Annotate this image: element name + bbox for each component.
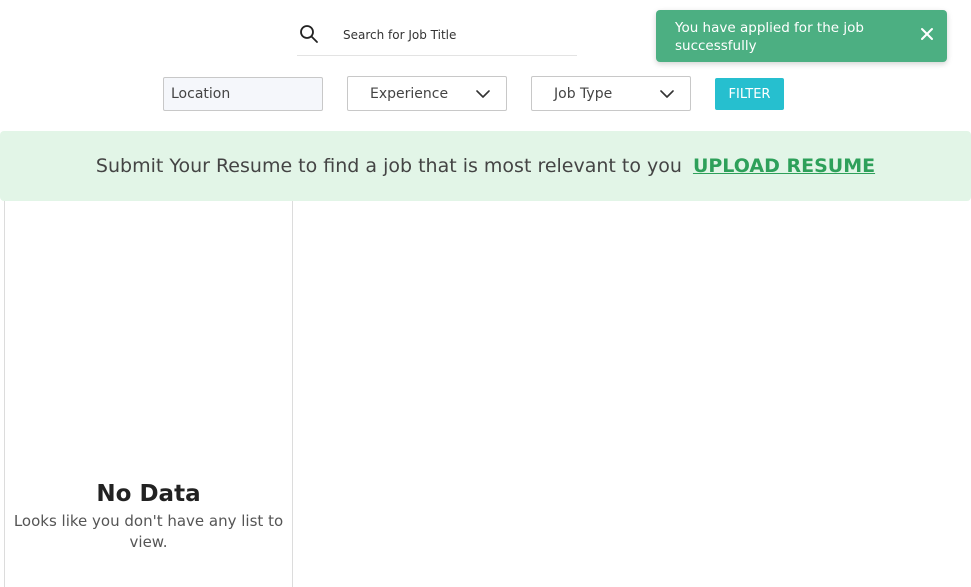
resume-banner: Submit Your Resume to find a job that is… — [0, 131, 971, 201]
banner-text: Submit Your Resume to find a job that is… — [95, 155, 682, 177]
upload-resume-link[interactable]: UPLOAD RESUME — [693, 155, 875, 177]
search-input[interactable] — [343, 24, 571, 46]
job-list-panel: No Data Looks like you don't have any li… — [4, 201, 293, 587]
job-search-page: You have applied for the job successfull… — [0, 0, 971, 587]
chevron-down-icon — [476, 90, 490, 98]
filter-button[interactable]: FILTER — [715, 78, 784, 110]
experience-dropdown[interactable]: Experience — [347, 76, 507, 111]
empty-state-title: No Data — [96, 481, 201, 507]
chevron-down-icon — [660, 90, 674, 98]
job-type-dropdown[interactable]: Job Type — [531, 76, 691, 111]
experience-dropdown-label: Experience — [370, 86, 449, 102]
empty-state-subtitle: Looks like you don't have any list to vi… — [13, 512, 284, 551]
search-bar[interactable] — [297, 18, 577, 56]
close-icon[interactable] — [919, 26, 935, 42]
location-input[interactable] — [163, 77, 323, 111]
search-icon[interactable] — [299, 24, 319, 44]
success-toast: You have applied for the job successfull… — [656, 10, 947, 62]
job-detail-panel — [293, 201, 971, 587]
empty-state: No Data Looks like you don't have any li… — [5, 481, 292, 553]
job-type-dropdown-label: Job Type — [554, 86, 613, 102]
toast-message: You have applied for the job successfull… — [675, 20, 864, 54]
